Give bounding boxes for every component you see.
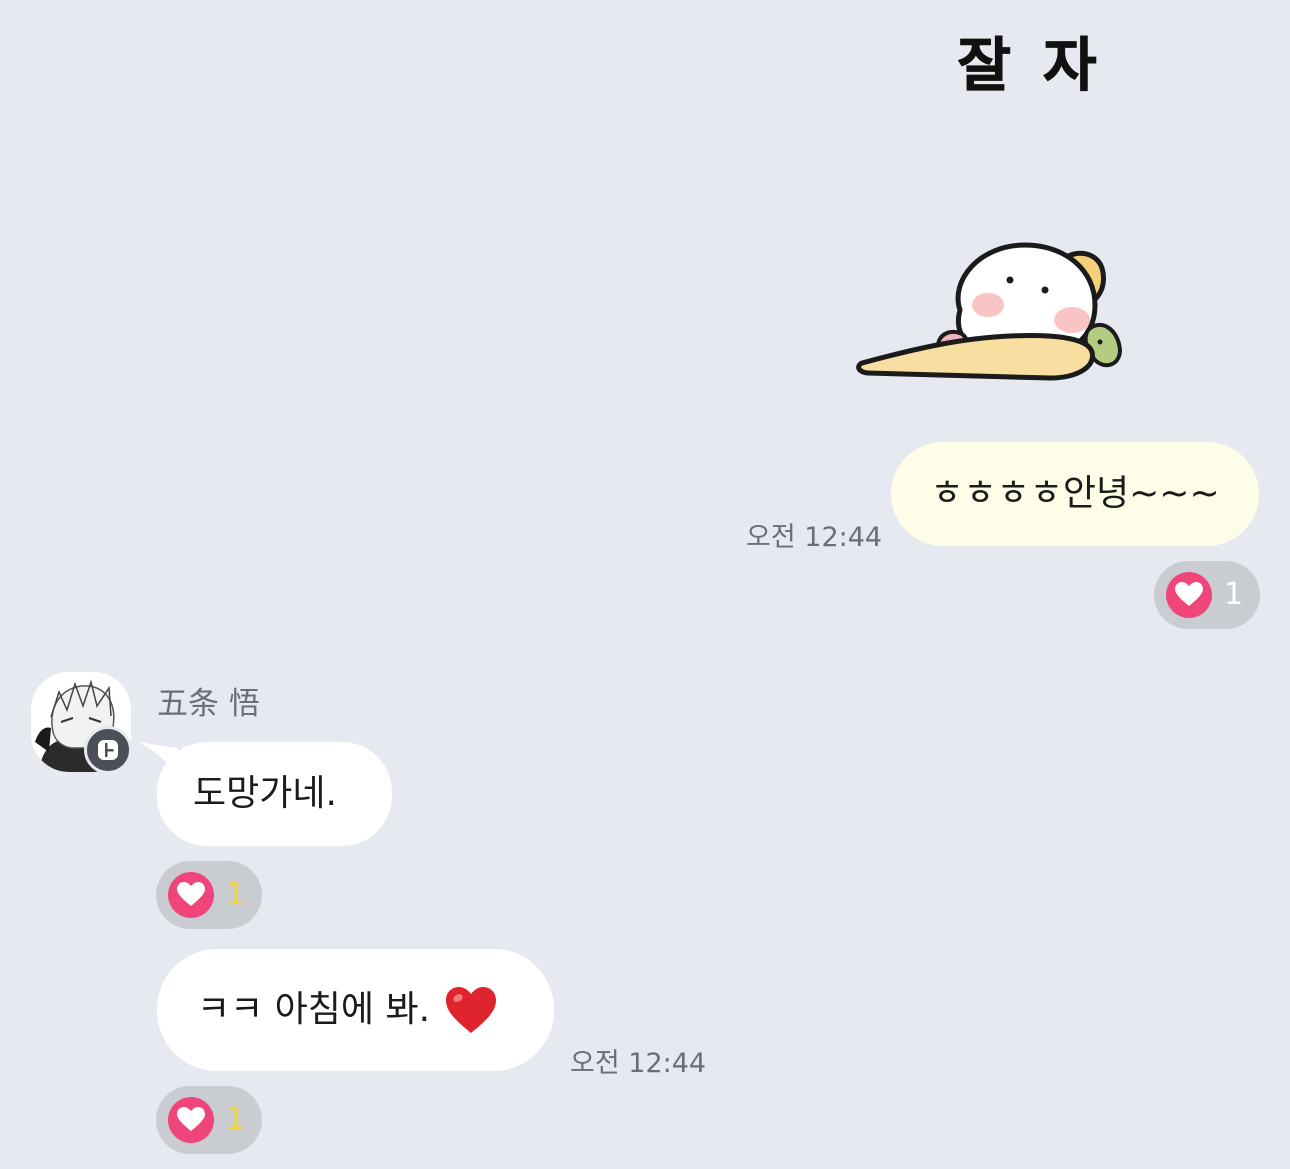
message-timestamp: 오전 12:44: [570, 1048, 707, 1079]
reaction-count: 1: [226, 1102, 246, 1137]
reaction-count: 1: [226, 877, 246, 912]
outgoing-message-text: ㅎㅎㅎㅎ안녕~~~: [930, 473, 1220, 514]
reaction-pill[interactable]: 1: [156, 1086, 262, 1154]
heart-icon: [168, 872, 214, 918]
bunny-sticker-icon: [856, 242, 1123, 381]
heart-icon: [168, 1097, 214, 1143]
incoming-message-text: 도망가네.: [193, 773, 337, 814]
reaction-pill[interactable]: 1: [156, 861, 262, 929]
reaction-count: 1: [1224, 577, 1244, 612]
incoming-message-text: ㅋㅋ 아침에 봐.: [197, 989, 431, 1030]
app-badge-icon: [84, 726, 132, 774]
incoming-message-bubble[interactable]: ㅋㅋ 아침에 봐.: [157, 949, 554, 1071]
outgoing-message-bubble[interactable]: ㅎㅎㅎㅎ안녕~~~: [891, 442, 1259, 546]
sticker-caption: 잘 자: [957, 31, 1103, 99]
sender-name[interactable]: 五条 悟: [157, 678, 260, 723]
incoming-message-bubble[interactable]: 도망가네.: [157, 742, 392, 846]
reaction-pill[interactable]: 1: [1154, 561, 1260, 629]
message-timestamp: 오전 12:44: [746, 522, 883, 553]
sleeping-bunny-sticker[interactable]: 잘 자: [850, 30, 1150, 390]
red-heart-emoji-icon: [446, 987, 497, 1033]
heart-icon: [1166, 572, 1212, 618]
